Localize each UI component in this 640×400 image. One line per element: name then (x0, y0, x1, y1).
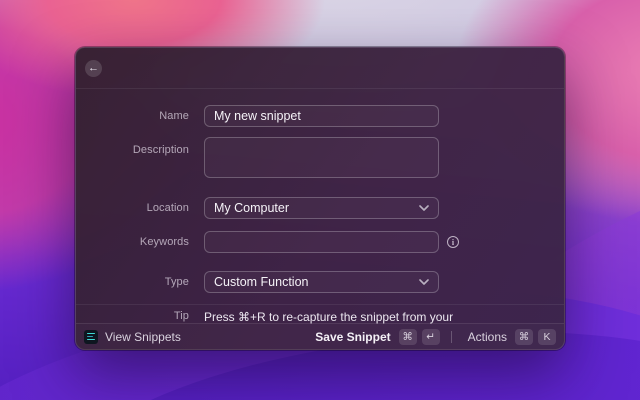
arrow-left-icon: ← (88, 62, 99, 74)
form-row-tip: Tip Press ⌘+R to re-capture the snippet … (76, 310, 564, 324)
save-snippet-button[interactable]: Save Snippet (315, 330, 390, 344)
view-snippets-button[interactable]: View Snippets (84, 329, 181, 344)
keywords-input[interactable] (204, 231, 439, 253)
form-row-type: Type Custom Function (76, 271, 564, 293)
type-label: Type (164, 276, 189, 288)
tip-text: Press ⌘+R to re-capture the snippet from… (204, 310, 454, 324)
create-snippet-window: ← Name Description Location My Computer … (75, 47, 565, 350)
view-snippets-label: View Snippets (105, 329, 181, 344)
form-divider (76, 304, 564, 305)
chevron-down-icon (419, 279, 429, 285)
window-header: ← (76, 48, 564, 89)
window-footer: View Snippets Save Snippet ⌘ ↵ Actions ⌘… (76, 323, 564, 349)
name-label: Name (159, 110, 189, 122)
back-button[interactable]: ← (85, 60, 102, 77)
k-key-badge: K (538, 328, 556, 345)
location-label: Location (146, 202, 189, 214)
name-input[interactable] (204, 105, 439, 127)
location-select[interactable]: My Computer (204, 197, 439, 219)
description-textarea[interactable] (204, 137, 439, 178)
form-row-name: Name (76, 105, 564, 127)
command-key-badge: ⌘ (398, 328, 417, 345)
form-row-location: Location My Computer (76, 197, 564, 219)
form-row-keywords: Keywords i (76, 231, 564, 253)
type-select[interactable]: Custom Function (204, 271, 439, 293)
form-row-description: Description (76, 137, 564, 178)
description-label: Description (132, 144, 189, 156)
footer-separator (450, 330, 452, 343)
command-key-badge: ⌘ (515, 328, 533, 345)
location-select-value: My Computer (214, 201, 290, 215)
actions-button[interactable]: Actions (468, 330, 507, 344)
return-key-badge: ↵ (421, 328, 440, 345)
info-icon[interactable]: i (447, 236, 459, 248)
keywords-label: Keywords (139, 236, 189, 248)
tip-label: Tip (173, 310, 189, 322)
snippets-app-icon (84, 329, 98, 344)
chevron-down-icon (419, 205, 429, 211)
type-select-value: Custom Function (214, 275, 309, 289)
